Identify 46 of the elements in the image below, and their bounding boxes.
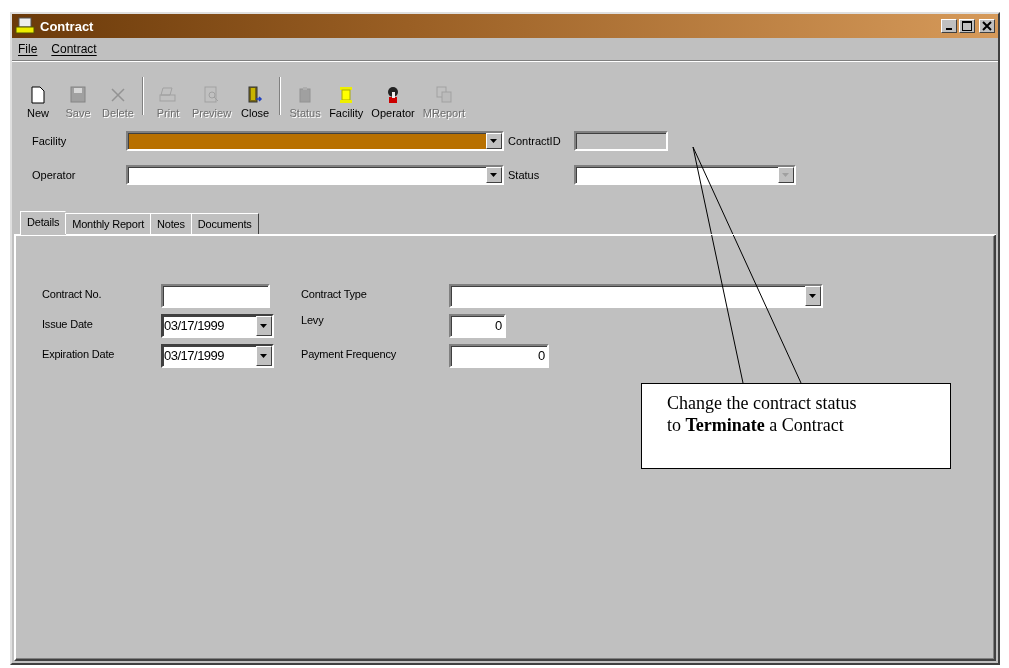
- tab[interactable]: Documents: [190, 213, 259, 234]
- dropdown-arrow-icon: [260, 353, 268, 359]
- tab[interactable]: Details: [20, 211, 67, 235]
- minimize-button[interactable]: [941, 19, 957, 33]
- field-label: Contract Type: [301, 287, 368, 300]
- field-label: Status: [507, 169, 541, 181]
- door-exit-icon: [246, 86, 265, 104]
- field-label: Payment Frequency: [301, 347, 398, 360]
- field-label: Levy: [301, 314, 325, 326]
- menu-item[interactable]: File: [18, 42, 38, 56]
- close-button[interactable]: Close: [235, 86, 276, 119]
- close-icon: [982, 21, 992, 31]
- maximize-icon: [962, 21, 972, 31]
- minimize-icon: [946, 28, 952, 30]
- date-picker-field[interactable]: 03/17/1999: [161, 314, 274, 338]
- report-pages-icon: [434, 86, 453, 104]
- document-icon: [29, 86, 47, 104]
- cross-icon: [109, 86, 127, 104]
- callout-text: Change the contract status to Terminate a Contract: [641, 383, 951, 469]
- tab[interactable]: Notes: [150, 213, 192, 234]
- magnifier-page-icon: [202, 86, 221, 104]
- operator-button[interactable]: Operator: [367, 86, 419, 119]
- dropdown-field[interactable]: [126, 165, 504, 185]
- field-label: Operator: [32, 169, 77, 181]
- input-field[interactable]: 0: [449, 314, 506, 338]
- new-button[interactable]: New: [18, 86, 58, 119]
- date-picker-field[interactable]: 03/17/1999: [161, 344, 274, 368]
- dropdown-arrow-icon: [809, 293, 817, 299]
- input-field[interactable]: 0: [449, 344, 549, 368]
- field-label: Contract No.: [42, 287, 103, 300]
- tab[interactable]: Monthly Report: [65, 213, 152, 234]
- app-icon: [15, 17, 35, 35]
- field-label: Facility: [32, 135, 68, 147]
- printer-icon: [159, 86, 177, 104]
- dropdown-arrow-icon: [260, 323, 268, 329]
- field-label: Expiration Date: [42, 347, 116, 360]
- close-button[interactable]: [979, 19, 995, 33]
- dropdown-field[interactable]: [126, 131, 504, 151]
- facility-button[interactable]: Facility: [325, 86, 368, 119]
- input-field[interactable]: [161, 284, 270, 308]
- field-label: ContractID: [507, 135, 562, 147]
- field-label: Issue Date: [42, 317, 94, 330]
- window-title: Contract: [40, 18, 95, 34]
- dropdown-field[interactable]: [449, 284, 823, 308]
- maximize-button[interactable]: [959, 19, 975, 33]
- menu-item[interactable]: Contract: [51, 42, 97, 56]
